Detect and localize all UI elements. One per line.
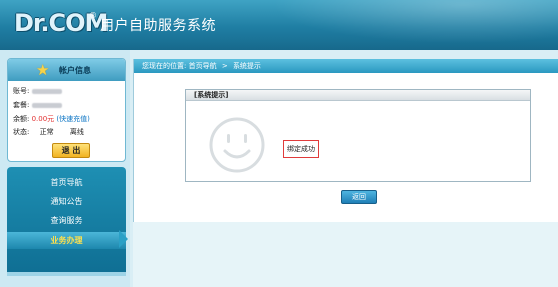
online-state: 离线 <box>69 128 84 136</box>
nav-item-home[interactable]: 首页导航 <box>7 174 126 191</box>
smiley-icon <box>209 117 265 173</box>
nav-item-notices[interactable]: 通知公告 <box>7 193 126 210</box>
account-panel-header: ★ 帐户信息 <box>8 59 125 81</box>
account-panel-title: 帐户信息 <box>59 66 91 75</box>
logout-button[interactable]: 退 出 <box>52 143 90 158</box>
breadcrumb-prefix: 您现在的位置: <box>142 62 187 70</box>
account-value-redacted <box>31 88 62 94</box>
balance-label: 余额: <box>13 115 30 123</box>
main-nav: 首页导航 通知公告 查询服务 业务办理 <box>7 167 126 272</box>
plan-row: 套餐: <box>13 100 62 110</box>
account-row: 账号: <box>13 86 62 96</box>
content-bottom-strip <box>133 222 558 287</box>
message-box-title: [系统提示] <box>186 90 530 101</box>
status-label: 状态: <box>13 128 30 136</box>
registered-mark: ® <box>89 11 97 20</box>
system-title: 用户自助服务系统 <box>100 18 216 34</box>
breadcrumb: 您现在的位置: 首页导航 > 系统提示 <box>142 61 261 71</box>
balance-value: 0.00元 <box>31 115 55 123</box>
status-row: 状态: 正常 离线 <box>13 127 84 137</box>
account-info-panel: ★ 帐户信息 账号: 套餐: 余额: 0.00元 (快速充值) 状态: 正常 离… <box>7 58 126 162</box>
breadcrumb-separator: > <box>221 62 228 70</box>
active-nav-arrow-icon <box>119 230 128 248</box>
success-message: 绑定成功 <box>283 140 319 158</box>
quick-recharge-link[interactable]: (快速充值) <box>56 115 89 123</box>
system-message-box: [系统提示] 绑定成功 <box>185 89 531 182</box>
balance-row: 余额: 0.00元 (快速充值) <box>13 114 90 124</box>
return-button[interactable]: 返回 <box>341 190 377 204</box>
nav-item-business[interactable]: 业务办理 <box>7 232 126 249</box>
star-icon: ★ <box>36 61 50 79</box>
account-label: 账号: <box>13 87 30 95</box>
plan-value-redacted <box>31 102 62 108</box>
nav-item-query[interactable]: 查询服务 <box>7 212 126 229</box>
top-header: Dr.COM ® 用户自助服务系统 <box>0 0 558 50</box>
plan-label: 套餐: <box>13 101 30 109</box>
breadcrumb-bar: 您现在的位置: 首页导航 > 系统提示 <box>134 59 558 73</box>
breadcrumb-current: 系统提示 <box>232 62 261 70</box>
status-value: 正常 <box>39 128 54 136</box>
header-shine <box>240 0 558 50</box>
breadcrumb-home[interactable]: 首页导航 <box>189 62 217 70</box>
nav-bottom-bar <box>7 272 126 276</box>
